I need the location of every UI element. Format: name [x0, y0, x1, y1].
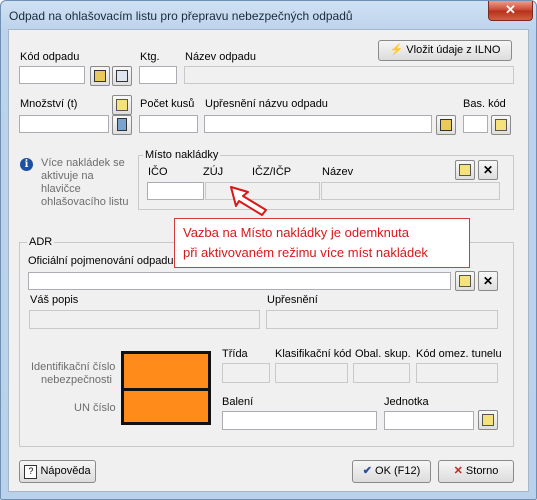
close-button[interactable]: ✕: [488, 1, 533, 21]
vas-popis-field: [29, 310, 260, 329]
title-bar[interactable]: Odpad na ohlašovacím listu pro přepravu …: [1, 1, 534, 29]
help-icon: ?: [24, 465, 38, 479]
trida-label: Třída: [222, 348, 248, 360]
un-number-plate: [121, 388, 211, 425]
oficialni-clear-button[interactable]: ✕: [478, 271, 498, 291]
ident-label-1: Identifikační číslo: [31, 361, 116, 373]
nazev-odpadu-label: Název odpadu: [185, 51, 256, 63]
list-catalog-icon: [116, 70, 128, 82]
mnozstvi-label: Množství (t): [20, 98, 78, 110]
kod-omez-label: Kód omez. tunelu: [416, 348, 502, 360]
upresneni-nazvu-label: Upřesnění názvu odpadu: [205, 98, 328, 110]
info-text-line-4: ohlašovacího listu: [41, 196, 129, 208]
misto-nazev-field: [321, 182, 500, 200]
close-x-icon: ✕: [482, 163, 494, 177]
ok-button-label: OK (F12): [375, 465, 421, 477]
ident-label-2: nebezpečnosti: [41, 374, 112, 386]
cancel-button-label: Storno: [465, 465, 499, 477]
calculator-button[interactable]: [112, 115, 132, 135]
close-x-icon: ✕: [482, 274, 494, 288]
catalog-icon: [440, 119, 452, 131]
upresneni-label: Upřesnění: [267, 294, 318, 306]
baleni-input[interactable]: [222, 411, 377, 430]
obal-skup-label: Obal. skup.: [355, 348, 411, 360]
callout-arrow-icon: [230, 186, 267, 216]
kod-odpadu-input[interactable]: [19, 66, 85, 84]
bas-kod-label: Bas. kód: [463, 98, 506, 110]
info-text-line-1: Více nakládek se: [41, 157, 125, 169]
oficialni-note-button[interactable]: [455, 271, 475, 291]
vas-popis-label: Váš popis: [30, 294, 79, 306]
klas-kod-field: [275, 363, 348, 383]
upresneni-nazvu-input[interactable]: [204, 115, 432, 133]
note-icon: [116, 99, 128, 111]
col-zuj-label: ZÚJ: [203, 166, 224, 178]
window-title: Odpad na ohlašovacím listu pro přepravu …: [9, 9, 353, 23]
adr-title: ADR: [27, 236, 55, 248]
ktg-input[interactable]: [139, 66, 177, 84]
cancel-x-icon: ✕: [453, 465, 463, 477]
calculator-icon: [117, 118, 127, 131]
oficialni-input[interactable]: [28, 272, 451, 290]
info-callout: Vazba na Místo nakládky je odemknuta při…: [174, 218, 470, 268]
bas-kod-note-button[interactable]: [491, 115, 511, 135]
nazev-odpadu-field: [184, 66, 514, 84]
misto-clear-button[interactable]: ✕: [478, 160, 498, 180]
lightning-icon: ⚡: [389, 44, 404, 56]
note-icon: [482, 414, 494, 426]
kod-odpadu-label: Kód odpadu: [20, 51, 80, 63]
oficialni-label: Oficiální pojmenování odpadu: [28, 255, 174, 267]
checkmark-icon: ✔: [362, 465, 372, 477]
note-icon: [495, 119, 507, 131]
misto-ico-field[interactable]: [147, 182, 204, 200]
pocet-kusu-label: Počet kusů: [140, 98, 195, 110]
help-button[interactable]: ? Nápověda: [19, 460, 96, 483]
un-cislo-label: UN číslo: [74, 402, 116, 414]
misto-nakladky-title: Místo nakládky: [143, 149, 221, 161]
note-icon: [459, 164, 471, 176]
col-nazev-label: Název: [322, 166, 354, 178]
info-icon: i: [20, 158, 33, 171]
col-ico-label: IČO: [148, 166, 168, 178]
ilno-button[interactable]: ⚡ Vložit údaje z ILNO: [378, 40, 512, 61]
info-text-line-3: hlavičce: [41, 183, 81, 195]
help-button-label: Nápověda: [40, 465, 91, 477]
upresneni-field: [266, 310, 498, 329]
jednotka-label: Jednotka: [384, 396, 429, 408]
baleni-label: Balení: [222, 396, 254, 408]
ilno-button-label: Vložit údaje z ILNO: [406, 44, 501, 56]
jednotka-input[interactable]: [384, 411, 474, 430]
lookup-kod-button[interactable]: [90, 66, 110, 86]
obal-skup-field: [353, 363, 410, 383]
misto-note-button[interactable]: [455, 160, 475, 180]
ktg-label: Ktg.: [140, 51, 160, 63]
klas-kod-label: Klasifikační kód: [275, 348, 352, 360]
mnozstvi-note-button[interactable]: [112, 95, 132, 115]
trida-field: [222, 363, 270, 383]
mnozstvi-input[interactable]: [19, 115, 109, 133]
cancel-button[interactable]: ✕ Storno: [438, 460, 514, 483]
jednotka-note-button[interactable]: [478, 410, 498, 430]
note-icon: [459, 275, 471, 287]
upresneni-lookup-button[interactable]: [436, 115, 456, 135]
lookup-kod-list-button[interactable]: [112, 66, 132, 86]
pocet-kusu-input[interactable]: [139, 115, 198, 133]
callout-line-1: Vazba na Místo nakládky je odemknuta: [183, 225, 409, 240]
bas-kod-input[interactable]: [463, 115, 488, 133]
callout-line-2: při aktivovaném režimu více míst nakláde…: [183, 245, 428, 260]
hazard-id-plate: [121, 351, 211, 391]
catalog-icon: [94, 70, 106, 82]
col-icz-label: IČZ/IČP: [252, 166, 292, 178]
kod-omez-field: [416, 363, 498, 383]
ok-button[interactable]: ✔ OK (F12): [352, 460, 431, 483]
info-text-line-2: aktivuje na: [41, 170, 94, 182]
